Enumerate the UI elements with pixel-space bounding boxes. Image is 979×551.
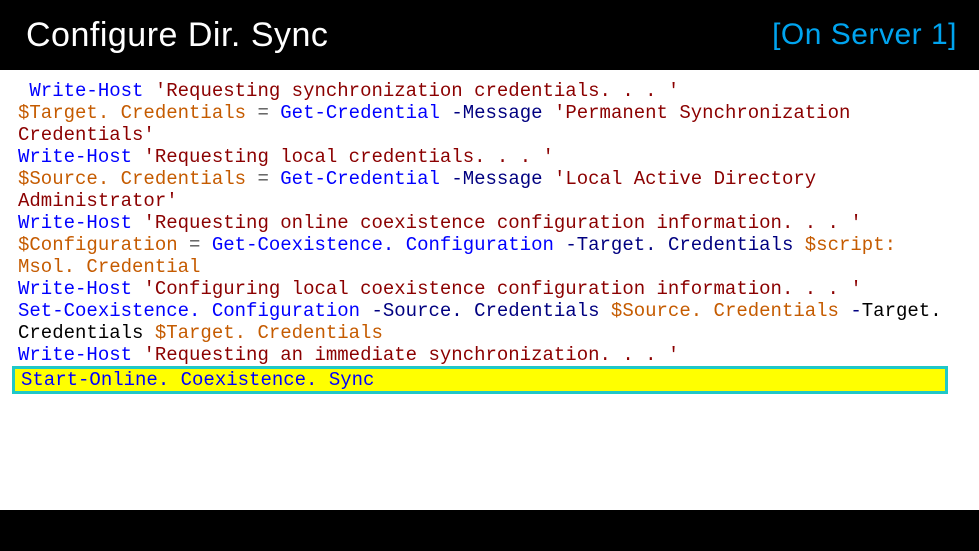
parameter: -Message — [451, 102, 542, 124]
cmdlet: Set-Coexistence. Configuration — [18, 300, 360, 322]
cmdlet: Write-Host — [18, 344, 132, 366]
code-text — [200, 234, 211, 256]
code-text — [143, 322, 154, 344]
cmdlet: Write-Host — [18, 212, 132, 234]
string-literal: 'Requesting synchronization credentials.… — [155, 80, 680, 102]
code-text — [132, 278, 143, 300]
code-text — [543, 168, 554, 190]
parameter: -Source. Credentials — [371, 300, 599, 322]
cmdlet: Write-Host — [18, 278, 132, 300]
cmdlet: Write-Host — [18, 146, 132, 168]
cmdlet: Write-Host — [29, 80, 143, 102]
slide-footer — [0, 510, 979, 551]
cmdlet: Start-Online. Coexistence. Sync — [21, 369, 374, 391]
operator: = — [189, 234, 200, 256]
cmdlet: Get-Coexistence. Configuration — [212, 234, 554, 256]
variable: $Target. Credentials — [18, 102, 246, 124]
code-text — [143, 80, 154, 102]
code-text — [246, 168, 257, 190]
code-text — [269, 102, 280, 124]
cmdlet: Get-Credential — [280, 102, 440, 124]
string-literal: 'Requesting an immediate synchronization… — [143, 344, 679, 366]
parameter: -Target. Credentials — [565, 234, 793, 256]
variable: $Source. Credentials — [611, 300, 839, 322]
code-text — [600, 300, 611, 322]
code-text — [132, 212, 143, 234]
code-text — [543, 102, 554, 124]
code-text — [178, 234, 189, 256]
code-text — [246, 102, 257, 124]
slide-subtitle: [On Server 1] — [772, 18, 957, 52]
variable: $Source. Credentials — [18, 168, 246, 190]
highlighted-line: Start-Online. Coexistence. Sync — [12, 366, 948, 394]
string-literal: 'Requesting online coexistence configura… — [143, 212, 861, 234]
string-literal: 'Configuring local coexistence configura… — [143, 278, 861, 300]
code-text — [440, 102, 451, 124]
code-text — [440, 168, 451, 190]
slide-header: Configure Dir. Sync [On Server 1] — [0, 0, 979, 70]
slide-title: Configure Dir. Sync — [26, 16, 328, 55]
operator: = — [257, 168, 268, 190]
code-text — [132, 146, 143, 168]
cmdlet: Get-Credential — [280, 168, 440, 190]
code-text — [360, 300, 371, 322]
code-text — [839, 300, 850, 322]
code-text — [132, 344, 143, 366]
code-text — [18, 80, 29, 102]
variable: $Configuration — [18, 234, 178, 256]
code-text — [793, 234, 804, 256]
variable: $Target. Credentials — [155, 322, 383, 344]
code-text — [269, 168, 280, 190]
string-literal: 'Requesting local credentials. . . ' — [143, 146, 553, 168]
parameter: - — [850, 300, 861, 322]
operator: = — [257, 102, 268, 124]
code-text — [554, 234, 565, 256]
parameter: -Message — [451, 168, 542, 190]
code-block: Write-Host 'Requesting synchronization c… — [0, 70, 979, 394]
